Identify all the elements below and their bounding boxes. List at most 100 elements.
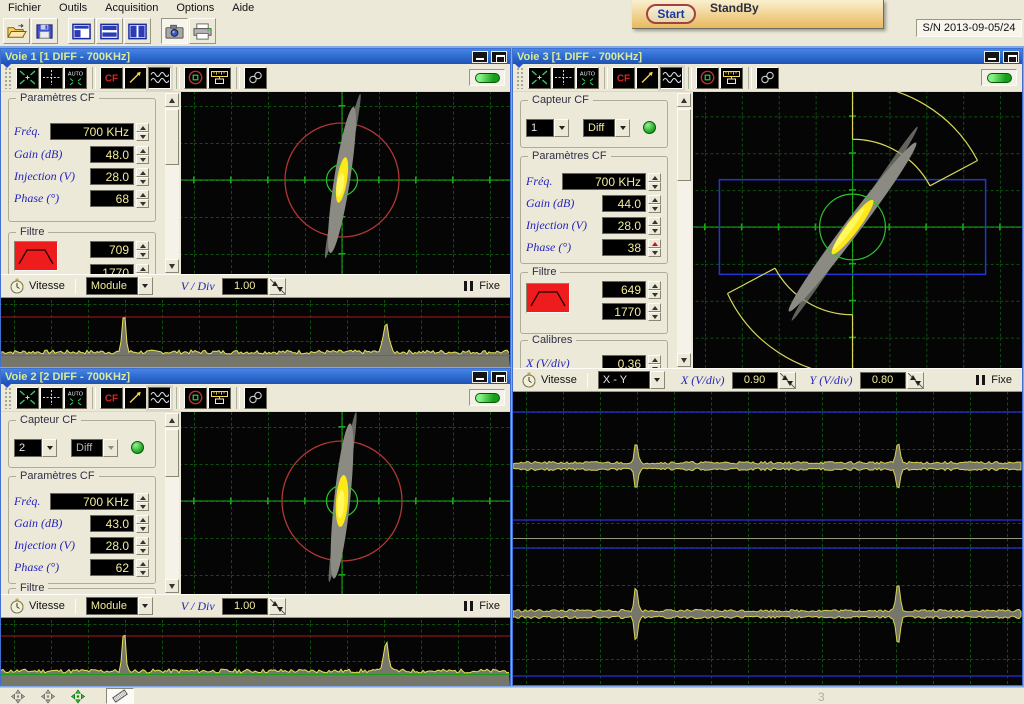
vdiv-spinner[interactable] (269, 598, 286, 615)
gain-value[interactable]: 43.0 (90, 515, 134, 532)
coupling-select-dropdown[interactable]: Diff (583, 119, 630, 137)
scroll-up-arrow[interactable] (677, 93, 691, 107)
freq-value[interactable]: 700 KHz (50, 493, 134, 510)
zoom-fit-button[interactable] (16, 67, 39, 89)
center-grid-button[interactable] (40, 387, 63, 409)
phase-spinner[interactable] (648, 239, 661, 257)
injection-value[interactable]: 28.0 (90, 537, 134, 554)
zoom-fit-button[interactable] (528, 67, 551, 89)
print-button[interactable] (189, 18, 216, 44)
freq-spinner[interactable] (648, 173, 661, 191)
probe-select-dropdown[interactable]: 1 (526, 119, 569, 137)
phase-value[interactable]: 68 (90, 190, 134, 207)
filter-low-spinner[interactable] (648, 281, 661, 299)
menu-fichier[interactable]: Fichier (0, 1, 51, 16)
scroll-down-arrow[interactable] (165, 259, 179, 273)
threshold-gate-button[interactable] (720, 67, 743, 89)
menu-outils[interactable]: Outils (51, 1, 97, 16)
menu-options[interactable]: Options (168, 1, 224, 16)
gain-value[interactable]: 48.0 (90, 146, 134, 163)
filter-high-spinner[interactable] (136, 264, 149, 274)
phase-value[interactable]: 62 (90, 559, 134, 576)
fixe-button[interactable]: Fixe (464, 280, 500, 292)
panel-scrollbar[interactable] (165, 413, 179, 593)
injection-spinner[interactable] (648, 217, 661, 235)
move-marker-icon[interactable] (40, 689, 56, 704)
vdiv-spinner[interactable] (269, 278, 286, 295)
panel-scrollbar[interactable] (677, 93, 691, 367)
center-grid-button[interactable] (552, 67, 575, 89)
freq-spinner[interactable] (136, 493, 149, 511)
restore-button[interactable] (491, 371, 507, 383)
chevron-down-icon[interactable] (138, 597, 153, 615)
move-marker-icon[interactable] (10, 689, 26, 704)
circle-gate-button[interactable] (184, 387, 207, 409)
circle-gate-button[interactable] (184, 67, 207, 89)
scrollbar-thumb[interactable] (677, 109, 691, 181)
cf-display-button[interactable]: CF (100, 387, 123, 409)
lissajous-button[interactable] (244, 387, 267, 409)
scroll-down-arrow[interactable] (677, 353, 691, 367)
waveform-display-button[interactable] (148, 387, 171, 409)
auto-scale-button[interactable]: AUTO (576, 67, 599, 89)
vector-display-button[interactable] (124, 67, 147, 89)
auto-scale-button[interactable]: AUTO (64, 387, 87, 409)
scroll-down-arrow[interactable] (165, 579, 179, 593)
injection-spinner[interactable] (136, 168, 149, 186)
start-button[interactable]: Start (646, 4, 696, 24)
filter-low-value[interactable]: 649 (602, 281, 646, 298)
layout-left-pane-button[interactable] (68, 18, 95, 44)
chevron-down-icon[interactable] (138, 277, 153, 295)
circle-gate-button[interactable] (696, 67, 719, 89)
snapshot-button[interactable] (161, 18, 188, 44)
restore-button[interactable] (491, 51, 507, 63)
save-button[interactable] (31, 18, 58, 44)
lissajous-button[interactable] (756, 67, 779, 89)
injection-spinner[interactable] (136, 537, 149, 555)
panel-scrollbar[interactable] (165, 93, 179, 273)
phase-spinner[interactable] (136, 190, 149, 208)
gain-spinner[interactable] (136, 515, 149, 533)
phase-value[interactable]: 38 (602, 239, 646, 256)
filter-high-value[interactable]: 1770 (90, 264, 134, 274)
menu-aide[interactable]: Aide (224, 1, 264, 16)
gain-spinner[interactable] (648, 195, 661, 213)
fixe-button[interactable]: Fixe (464, 600, 500, 612)
scrollbar-thumb[interactable] (165, 429, 179, 477)
waveform-display-button[interactable] (148, 67, 171, 89)
waveform-display-button[interactable] (660, 67, 683, 89)
cf-display-button[interactable]: CF (100, 67, 123, 89)
layout-horizontal-button[interactable] (96, 18, 123, 44)
minimize-button[interactable] (472, 51, 488, 63)
fixe-button[interactable]: Fixe (976, 374, 1012, 386)
phase-spinner[interactable] (136, 559, 149, 577)
threshold-gate-button[interactable] (208, 387, 231, 409)
scroll-up-arrow[interactable] (165, 413, 179, 427)
minimize-button[interactable] (472, 371, 488, 383)
gain-spinner[interactable] (136, 146, 149, 164)
lissajous-button[interactable] (244, 67, 267, 89)
chevron-down-icon[interactable] (554, 119, 569, 137)
display-mode-dropdown[interactable]: Module (86, 277, 153, 295)
open-file-button[interactable] (3, 18, 30, 44)
toolbar-grip[interactable] (4, 67, 12, 89)
xdiv-spinner[interactable] (779, 372, 796, 389)
vdiv-value[interactable]: 1.00 (222, 278, 268, 295)
filter-high-value[interactable]: 1770 (602, 303, 646, 320)
coupling-select-dropdown[interactable]: Diff (71, 439, 118, 457)
vector-display-button[interactable] (124, 387, 147, 409)
restore-button[interactable] (1003, 51, 1019, 63)
active-marker-icon[interactable] (70, 689, 86, 704)
filter-high-spinner[interactable] (648, 303, 661, 321)
menu-acquisition[interactable]: Acquisition (97, 1, 168, 16)
vdiv-value[interactable]: 1.00 (222, 598, 268, 615)
chevron-down-icon[interactable] (650, 371, 665, 389)
scrollbar-thumb[interactable] (165, 109, 179, 165)
scroll-up-arrow[interactable] (165, 93, 179, 107)
chevron-down-icon[interactable] (103, 439, 118, 457)
chevron-down-icon[interactable] (42, 439, 57, 457)
injection-value[interactable]: 28.0 (90, 168, 134, 185)
display-mode-dropdown[interactable]: X - Y (598, 371, 665, 389)
notes-tool-button[interactable] (106, 688, 134, 704)
filter-low-value[interactable]: 709 (90, 241, 134, 258)
